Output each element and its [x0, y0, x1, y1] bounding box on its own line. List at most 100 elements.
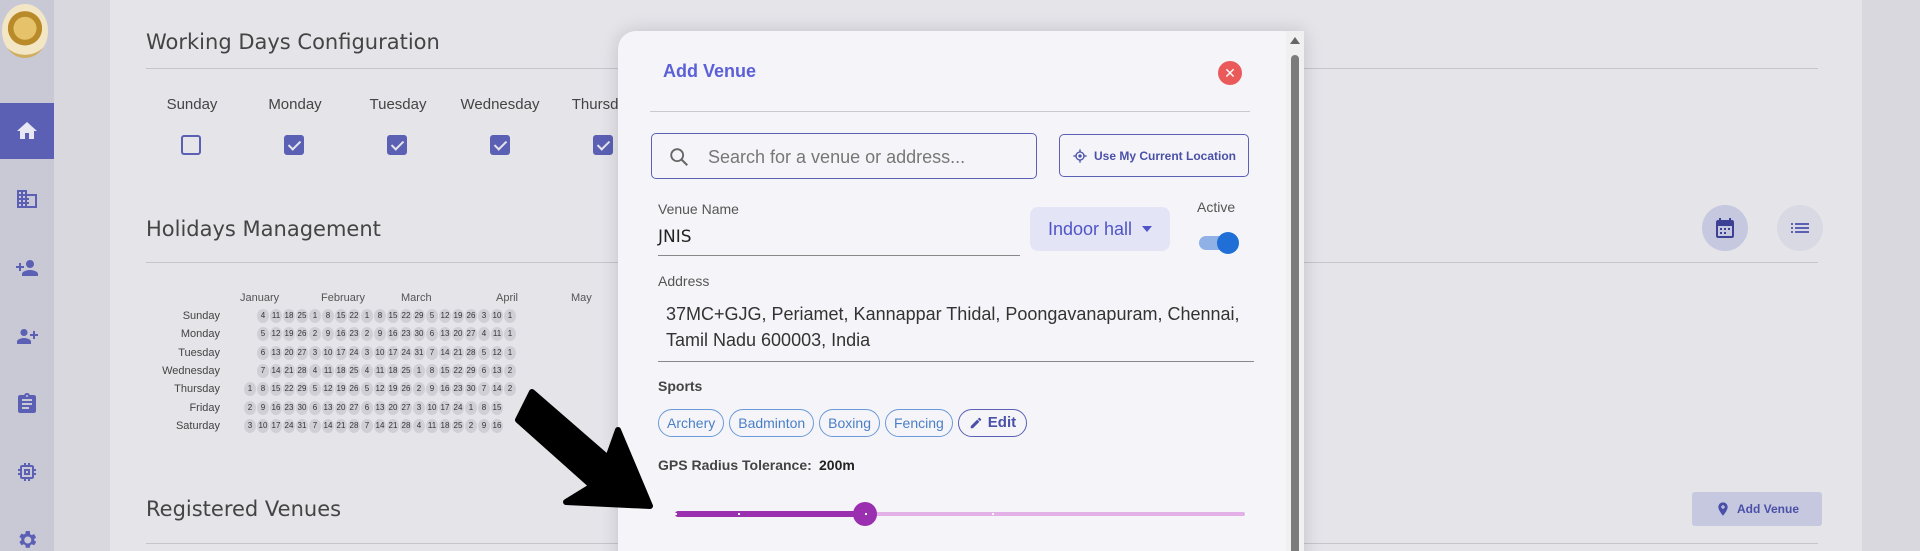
- use-current-location-button[interactable]: Use My Current Location: [1059, 134, 1249, 177]
- heatmap-cell[interactable]: 28: [465, 345, 477, 360]
- heatmap-cell[interactable]: 22: [452, 363, 464, 378]
- heatmap-cell[interactable]: 8: [478, 400, 490, 415]
- heatmap-cell[interactable]: 8: [426, 363, 438, 378]
- checkbox-tuesday[interactable]: [387, 135, 407, 155]
- heatmap-cell[interactable]: 24: [452, 400, 464, 415]
- heatmap-cell[interactable]: 1: [244, 382, 256, 397]
- heatmap-cell[interactable]: 10: [426, 400, 438, 415]
- address-field[interactable]: 37MC+GJG, Periamet, Kannappar Thidal, Po…: [666, 301, 1246, 353]
- heatmap-cell[interactable]: 30: [465, 382, 477, 397]
- checkbox-monday[interactable]: [284, 135, 304, 155]
- heatmap-cell[interactable]: 21: [387, 418, 399, 433]
- heatmap-cell[interactable]: 19: [283, 327, 295, 342]
- heatmap-cell[interactable]: 21: [283, 363, 295, 378]
- heatmap-cell[interactable]: 24: [283, 418, 295, 433]
- heatmap-cell[interactable]: 23: [348, 327, 360, 342]
- heatmap-cell[interactable]: 2: [504, 363, 516, 378]
- heatmap-cell[interactable]: 23: [400, 327, 412, 342]
- heatmap-cell[interactable]: 10: [257, 418, 269, 433]
- heatmap-cell[interactable]: 31: [413, 345, 425, 360]
- heatmap-cell[interactable]: 23: [452, 382, 464, 397]
- heatmap-cell[interactable]: 30: [413, 327, 425, 342]
- sport-chip[interactable]: Badminton: [729, 409, 815, 437]
- heatmap-cell[interactable]: 5: [309, 382, 321, 397]
- heatmap-cell[interactable]: 18: [283, 309, 295, 323]
- heatmap-cell[interactable]: 20: [452, 327, 464, 342]
- heatmap-cell[interactable]: 1: [309, 309, 321, 323]
- heatmap-cell[interactable]: 14: [374, 418, 386, 433]
- heatmap-cell[interactable]: 25: [400, 363, 412, 378]
- heatmap-cell[interactable]: 5: [426, 309, 438, 323]
- heatmap-cell[interactable]: 3: [361, 345, 373, 360]
- heatmap-cell[interactable]: 12: [270, 327, 282, 342]
- heatmap-cell[interactable]: 1: [361, 309, 373, 323]
- heatmap-cell[interactable]: 26: [348, 382, 360, 397]
- heatmap-cell[interactable]: 11: [270, 309, 282, 323]
- heatmap-cell[interactable]: 9: [257, 400, 269, 415]
- heatmap-cell[interactable]: 19: [387, 382, 399, 397]
- heatmap-cell[interactable]: 8: [374, 309, 386, 323]
- heatmap-cell[interactable]: 30: [296, 400, 308, 415]
- heatmap-cell[interactable]: 17: [439, 400, 451, 415]
- heatmap-cell[interactable]: 18: [439, 418, 451, 433]
- heatmap-cell[interactable]: 18: [335, 363, 347, 378]
- heatmap-cell[interactable]: 22: [348, 309, 360, 323]
- heatmap-cell[interactable]: 5: [361, 382, 373, 397]
- heatmap-cell[interactable]: 16: [335, 327, 347, 342]
- sidebar-item-venues[interactable]: [0, 171, 54, 227]
- heatmap-cell[interactable]: 6: [309, 400, 321, 415]
- heatmap-cell[interactable]: 1: [413, 363, 425, 378]
- heatmap-cell[interactable]: 27: [348, 400, 360, 415]
- heatmap-cell[interactable]: 26: [296, 327, 308, 342]
- heatmap-cell[interactable]: 15: [335, 309, 347, 323]
- heatmap-cell[interactable]: 16: [491, 418, 503, 433]
- sport-chip[interactable]: Fencing: [884, 409, 953, 437]
- heatmap-cell[interactable]: 28: [348, 418, 360, 433]
- heatmap-cell[interactable]: 4: [257, 309, 269, 323]
- heatmap-cell[interactable]: 17: [335, 345, 347, 360]
- heatmap-cell[interactable]: 12: [439, 309, 451, 323]
- heatmap-cell[interactable]: 2: [465, 418, 477, 433]
- heatmap-cell[interactable]: 24: [348, 345, 360, 360]
- heatmap-cell[interactable]: 31: [296, 418, 308, 433]
- heatmap-cell[interactable]: 19: [335, 382, 347, 397]
- heatmap-cell[interactable]: 6: [478, 363, 490, 378]
- heatmap-cell[interactable]: 9: [478, 418, 490, 433]
- heatmap-cell[interactable]: 15: [491, 400, 503, 415]
- heatmap-cell[interactable]: 14: [439, 345, 451, 360]
- heatmap-cell[interactable]: 20: [387, 400, 399, 415]
- heatmap-cell[interactable]: 27: [400, 400, 412, 415]
- heatmap-cell[interactable]: 11: [374, 363, 386, 378]
- checkbox-wednesday[interactable]: [490, 135, 510, 155]
- venue-search-input[interactable]: [708, 143, 1028, 171]
- heatmap-cell[interactable]: 21: [335, 418, 347, 433]
- heatmap-cell[interactable]: 11: [322, 363, 334, 378]
- heatmap-cell[interactable]: 5: [257, 327, 269, 342]
- heatmap-cell[interactable]: 13: [322, 400, 334, 415]
- heatmap-cell[interactable]: 6: [426, 327, 438, 342]
- heatmap-cell[interactable]: 13: [374, 400, 386, 415]
- heatmap-cell[interactable]: 3: [413, 400, 425, 415]
- heatmap-cell[interactable]: 9: [322, 327, 334, 342]
- scroll-up-arrow-icon[interactable]: [1290, 37, 1300, 44]
- heatmap-cell[interactable]: [244, 364, 256, 378]
- heatmap-cell[interactable]: 1: [504, 309, 516, 323]
- heatmap-cell[interactable]: 1: [465, 400, 477, 415]
- heatmap-cell[interactable]: 20: [335, 400, 347, 415]
- heatmap-cell[interactable]: [244, 327, 256, 341]
- heatmap-cell[interactable]: 22: [283, 382, 295, 397]
- heatmap-cell[interactable]: 8: [257, 382, 269, 397]
- sport-chip[interactable]: Boxing: [819, 409, 880, 437]
- heatmap-cell[interactable]: 16: [387, 327, 399, 342]
- heatmap-cell[interactable]: 15: [270, 382, 282, 397]
- heatmap-cell[interactable]: 14: [270, 363, 282, 378]
- heatmap-cell[interactable]: [244, 346, 256, 360]
- heatmap-cell[interactable]: 13: [491, 363, 503, 378]
- gps-radius-slider[interactable]: [675, 499, 1247, 529]
- checkbox-sunday[interactable]: [181, 135, 201, 155]
- heatmap-cell[interactable]: 9: [374, 327, 386, 342]
- heatmap-cell[interactable]: 7: [309, 418, 321, 433]
- heatmap-cell[interactable]: 12: [322, 382, 334, 397]
- heatmap-cell[interactable]: 23: [283, 400, 295, 415]
- checkbox-thursday[interactable]: [593, 135, 613, 155]
